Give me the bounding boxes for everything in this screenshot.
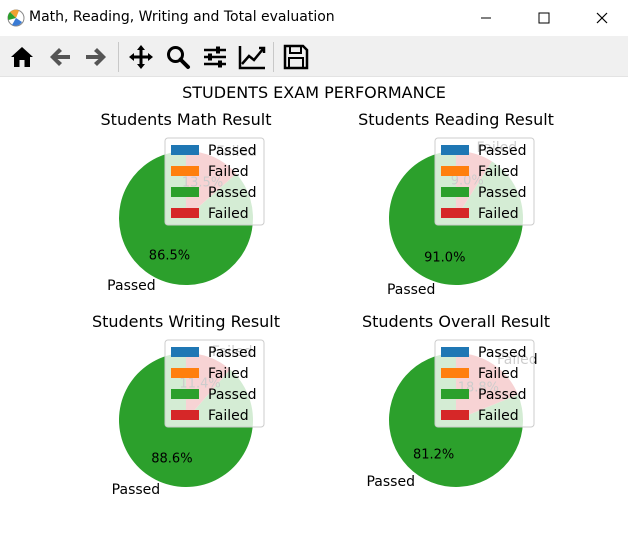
legend-swatch — [441, 208, 469, 218]
legend-entry: Passed — [208, 387, 256, 403]
toolbar-separator — [118, 42, 119, 72]
close-button[interactable] — [579, 0, 625, 36]
edit-axis-icon — [238, 46, 266, 70]
legend-swatch — [441, 368, 469, 378]
slice-label: Passed — [366, 474, 414, 490]
close-icon — [596, 12, 608, 24]
configure-subplots-button[interactable] — [199, 41, 231, 73]
legend-swatch — [171, 145, 199, 155]
matplotlib-app-icon — [7, 9, 25, 27]
legend-entry: Failed — [478, 164, 519, 180]
forward-icon — [86, 48, 106, 66]
slice-percentage: 81.2% — [413, 447, 454, 462]
slice-label: Passed — [107, 278, 155, 294]
minimize-button[interactable] — [463, 0, 509, 36]
toolbar-separator — [273, 42, 274, 72]
legend-swatch — [441, 145, 469, 155]
legend-swatch — [441, 166, 469, 176]
legend-swatch — [171, 187, 199, 197]
title-bar: Math, Reading, Writing and Total evaluat… — [0, 0, 628, 36]
legend-swatch — [441, 347, 469, 357]
zoom-button[interactable] — [162, 41, 194, 73]
navigation-toolbar — [0, 36, 628, 77]
legend-entry: Failed — [208, 164, 249, 180]
legend-entry: Passed — [208, 185, 256, 201]
legend: Passed Failed Passed Failed — [434, 137, 535, 226]
legend-swatch — [171, 166, 199, 176]
legend-entry: Failed — [478, 408, 519, 424]
slice-percentage: 88.6% — [151, 452, 192, 467]
back-icon — [50, 48, 70, 66]
legend-entry: Passed — [208, 143, 256, 159]
legend-entry: Failed — [208, 366, 249, 382]
save-button[interactable] — [280, 41, 312, 73]
pan-button[interactable] — [125, 41, 157, 73]
legend-swatch — [171, 389, 199, 399]
legend-entry: Passed — [478, 185, 526, 201]
legend-entry: Failed — [208, 408, 249, 424]
back-button[interactable] — [44, 41, 76, 73]
legend: Passed Failed Passed Failed — [434, 339, 535, 428]
home-button[interactable] — [6, 41, 38, 73]
legend-entry: Passed — [478, 143, 526, 159]
slice-label: Passed — [112, 482, 160, 498]
zoom-icon — [167, 46, 190, 69]
edit-axis-button[interactable] — [236, 41, 268, 73]
legend-swatch — [441, 410, 469, 420]
legend-entry: Passed — [478, 345, 526, 361]
legend-swatch — [171, 410, 199, 420]
legend-swatch — [171, 347, 199, 357]
legend-entry: Passed — [478, 387, 526, 403]
maximize-button[interactable] — [521, 0, 567, 36]
legend-entry: Failed — [208, 206, 249, 222]
forward-button[interactable] — [80, 41, 112, 73]
legend-entry: Failed — [478, 206, 519, 222]
legend-entry: Passed — [208, 345, 256, 361]
save-icon — [283, 44, 309, 70]
legend-swatch — [441, 187, 469, 197]
slice-percentage: 91.0% — [424, 251, 465, 266]
legend-entry: Failed — [478, 366, 519, 382]
window-title: Math, Reading, Writing and Total evaluat… — [29, 9, 335, 25]
pan-icon — [129, 45, 153, 69]
slice-label: Passed — [387, 282, 435, 298]
configure-subplots-icon — [204, 46, 226, 68]
minimize-icon — [481, 17, 491, 19]
legend-swatch — [171, 368, 199, 378]
maximize-icon — [538, 12, 550, 24]
legend: Passed Failed Passed Failed — [164, 137, 265, 226]
figure-canvas[interactable]: STUDENTS EXAM PERFORMANCE Students Math … — [0, 77, 628, 548]
legend-swatch — [171, 208, 199, 218]
legend: Passed Failed Passed Failed — [164, 339, 265, 428]
slice-percentage: 86.5% — [149, 249, 190, 264]
legend-swatch — [441, 389, 469, 399]
home-icon — [11, 47, 33, 67]
pie-charts: Passed86.5%Failed13.5%PassedFailedPassed… — [107, 137, 538, 498]
